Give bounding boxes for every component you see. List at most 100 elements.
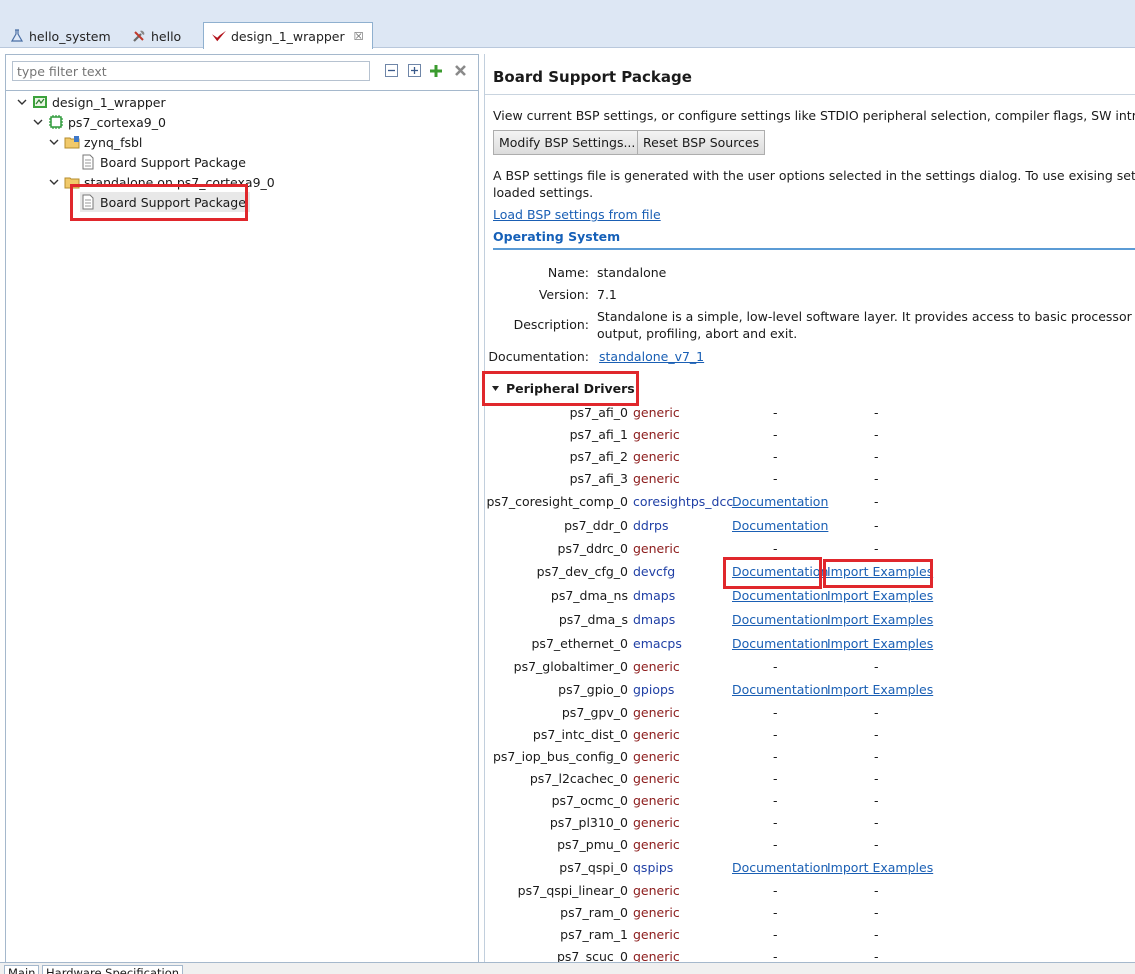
documentation-empty: - [773, 471, 778, 486]
documentation-empty: - [773, 927, 778, 942]
examples-empty: - [874, 927, 879, 942]
documentation-empty: - [773, 541, 778, 556]
os-description-value: Standalone is a simple, low-level softwa… [597, 309, 1135, 324]
highlight-box [70, 184, 248, 221]
driver-name: dmaps [633, 588, 676, 603]
peripheral-name: ps7_globaltimer_0 [513, 659, 628, 674]
os-name-value: standalone [597, 265, 667, 280]
tab-design-1-wrapper[interactable]: design_1_wrapper ☒ [203, 22, 373, 49]
examples-empty: - [874, 471, 879, 486]
driver-name: generic [633, 705, 680, 720]
driver-name: generic [633, 883, 680, 898]
tree-node-label: zynq_fsbl [84, 134, 143, 150]
driver-name: generic [633, 749, 680, 764]
tree-node-fsbl-bsp[interactable]: Board Support Package [80, 152, 246, 172]
driver-name: generic [633, 427, 680, 442]
divider [485, 94, 1135, 95]
tree-node-design-wrapper[interactable]: design_1_wrapper [16, 92, 166, 112]
reset-bsp-sources-button[interactable]: Reset BSP Sources [637, 130, 766, 155]
documentation-empty: - [773, 793, 778, 808]
driver-name: generic [633, 837, 680, 852]
driver-name: generic [633, 905, 680, 920]
import-examples-link[interactable]: Import Examples [827, 612, 933, 627]
chevron-down-icon[interactable] [32, 116, 44, 128]
documentation-link[interactable]: Documentation [732, 494, 828, 509]
import-examples-link[interactable]: Import Examples [827, 860, 933, 875]
driver-row: ps7_dma_s dmaps Documentation Import Exampl… [485, 610, 1135, 630]
expand-all-icon[interactable] [406, 62, 423, 79]
peripheral-name: ps7_ethernet_0 [531, 636, 629, 651]
tab-main[interactable]: Main [4, 965, 40, 974]
os-description-label: Description: [513, 317, 589, 332]
chevron-down-icon[interactable] [48, 136, 60, 148]
filter-toolbar [6, 55, 478, 91]
documentation-empty: - [773, 659, 778, 674]
bottom-tab-bar: Main Hardware Specification [0, 962, 1135, 974]
driver-name: generic [633, 815, 680, 830]
documentation-link[interactable]: Documentation [732, 612, 828, 627]
peripheral-name: ps7_iop_bus_config_0 [492, 749, 628, 764]
driver-row: ps7_ethernet_0 emacps Documentation Import … [485, 634, 1135, 654]
add-icon[interactable] [427, 62, 444, 79]
driver-row: ps7_afi_3 generic - - [485, 469, 1135, 489]
driver-name: generic [633, 927, 680, 942]
os-documentation-link[interactable]: standalone_v7_1 [599, 348, 704, 365]
peripheral-name: ps7_ddrc_0 [557, 541, 628, 556]
tab-hardware-specification[interactable]: Hardware Specification [42, 965, 184, 974]
driver-row: ps7_pmu_0 generic - - [485, 835, 1135, 855]
driver-name: generic [633, 659, 680, 674]
driver-row: ps7_dma_ns dmaps Documentation Import Examp… [485, 586, 1135, 606]
driver-name: gpiops [633, 682, 675, 697]
driver-row: ps7_intc_dist_0 generic - - [485, 725, 1135, 745]
close-icon[interactable]: ☒ [354, 30, 364, 43]
remove-icon[interactable] [452, 62, 469, 79]
documentation-link[interactable]: Documentation [732, 682, 828, 697]
modify-bsp-settings-button[interactable]: Modify BSP Settings... [493, 130, 642, 155]
import-examples-link[interactable]: Import Examples [827, 636, 933, 651]
tab-hello[interactable]: hello [124, 24, 189, 48]
peripheral-name: ps7_coresight_comp_0 [486, 494, 628, 509]
documentation-empty: - [773, 771, 778, 786]
collapse-all-icon[interactable] [383, 62, 400, 79]
documentation-link[interactable]: Documentation [732, 860, 828, 875]
filter-input[interactable] [12, 61, 370, 81]
page-title: Board Support Package [493, 68, 692, 86]
section-divider [493, 248, 1135, 250]
driver-name: generic [633, 471, 680, 486]
documentation-empty: - [773, 727, 778, 742]
examples-empty: - [874, 659, 879, 674]
driver-name: generic [633, 771, 680, 786]
examples-empty: - [874, 793, 879, 808]
driver-name: generic [633, 793, 680, 808]
examples-empty: - [874, 705, 879, 720]
peripheral-name: ps7_pmu_0 [557, 837, 628, 852]
driver-row: ps7_pl310_0 generic - - [485, 813, 1135, 833]
examples-empty: - [874, 727, 879, 742]
documentation-link[interactable]: Documentation [732, 518, 828, 533]
import-examples-link[interactable]: Import Examples [827, 588, 933, 603]
tools-icon [132, 29, 146, 43]
driver-row: ps7_afi_1 generic - - [485, 425, 1135, 445]
tab-label: design_1_wrapper [231, 28, 345, 44]
peripheral-name: ps7_l2cachec_0 [529, 771, 628, 786]
highlight-box [482, 371, 639, 406]
import-examples-link[interactable]: Import Examples [827, 682, 933, 697]
tab-hello-system[interactable]: hello_system [2, 24, 119, 48]
driver-row: ps7_afi_0 generic - - [485, 403, 1135, 423]
document-icon [80, 154, 96, 170]
bsp-overview-pane: Board Support Package View current BSP s… [484, 54, 1135, 974]
tree-node-processor[interactable]: ps7_cortexa9_0 [32, 112, 166, 132]
tree-node-zynq-fsbl[interactable]: zynq_fsbl [48, 132, 142, 152]
examples-empty: - [874, 494, 879, 509]
documentation-link[interactable]: Documentation [732, 636, 828, 651]
tab-label: hello [151, 28, 182, 44]
examples-empty: - [874, 837, 879, 852]
documentation-empty: - [773, 427, 778, 442]
documentation-link[interactable]: Documentation [732, 588, 828, 603]
os-version-value: 7.1 [597, 287, 617, 302]
load-bsp-settings-link[interactable]: Load BSP settings from file [493, 207, 661, 222]
chevron-down-icon[interactable] [48, 176, 60, 188]
driver-name: emacps [633, 636, 682, 651]
driver-name: generic [633, 405, 680, 420]
chevron-down-icon[interactable] [16, 96, 28, 108]
